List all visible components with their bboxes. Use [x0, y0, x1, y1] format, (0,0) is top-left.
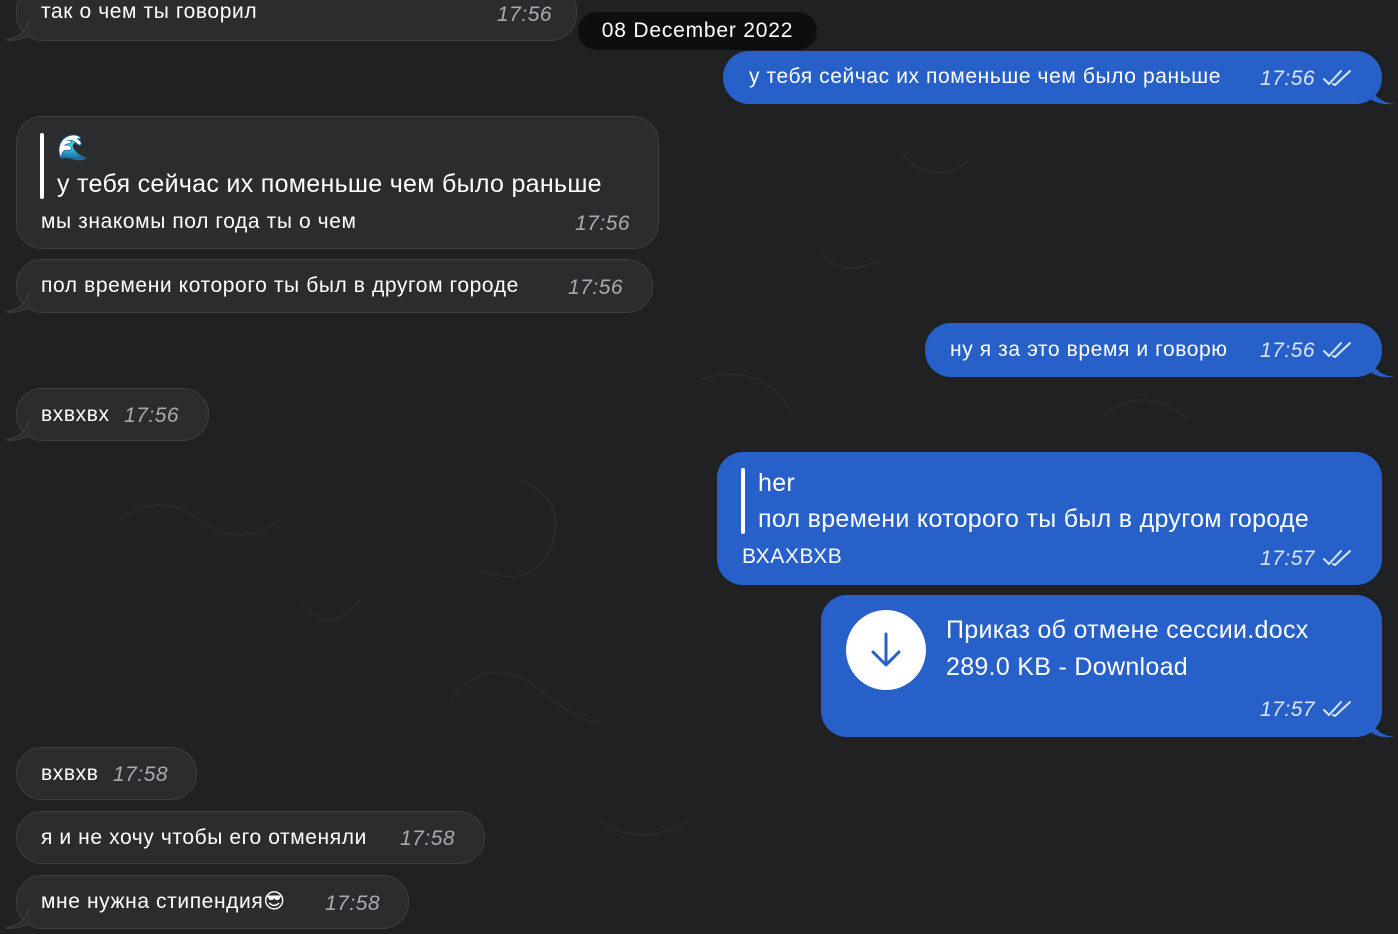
- file-name: Приказ об отмене сессии.docx: [946, 616, 1309, 644]
- bubble-tail: [1370, 356, 1394, 378]
- message-time: 17:58: [400, 827, 456, 850]
- reply-sender-emoji: 🌊: [57, 134, 89, 162]
- bubble-tail: [1370, 716, 1394, 738]
- message-time: 17:56: [568, 276, 624, 299]
- message-text: пол времени которого ты был в другом гор…: [41, 274, 519, 297]
- message-text: ну я за это время и говорю: [950, 338, 1228, 361]
- bubble-tail: [5, 419, 29, 441]
- file-size: 289.0 KB: [946, 653, 1052, 681]
- bubble-tail: [1370, 83, 1394, 105]
- bubble-tail: [5, 291, 29, 313]
- message-time: 17:56: [575, 212, 631, 235]
- outgoing-reply-message[interactable]: her пол времени которого ты был в другом…: [717, 452, 1382, 585]
- file-meta-separator: -: [1058, 653, 1068, 681]
- arrow-down-icon: [871, 632, 901, 667]
- incoming-message[interactable]: мне нужна стипендия😎 17:58: [5, 875, 409, 929]
- double-check-icon: [1323, 550, 1351, 566]
- double-check-icon: [1323, 701, 1351, 717]
- message-text: вхвхв: [41, 762, 99, 785]
- message-time: 17:57: [1260, 547, 1316, 570]
- incoming-message[interactable]: я и не хочу чтобы его отменяли 17:58: [16, 811, 485, 864]
- double-check-icon: [1323, 342, 1351, 358]
- incoming-message[interactable]: вхвхвх 17:56: [5, 388, 209, 441]
- message-text: ВХАХВХВ: [742, 545, 843, 568]
- message-text: я и не хочу чтобы его отменяли: [41, 826, 367, 849]
- outgoing-file-message[interactable]: Приказ об отмене сессии.docx 289.0 KB - …: [821, 595, 1394, 738]
- download-button[interactable]: [846, 610, 926, 690]
- message-text: у тебя сейчас их поменьше чем было раньш…: [749, 65, 1221, 88]
- reply-quote-bar: [40, 133, 44, 199]
- bubble-tail: [5, 19, 29, 41]
- outgoing-message[interactable]: у тебя сейчас их поменьше чем было раньш…: [723, 51, 1394, 105]
- double-check-icon: [1323, 70, 1351, 86]
- reply-quoted-text: пол времени которого ты был в другом гор…: [758, 505, 1310, 533]
- message-time: 17:58: [113, 763, 169, 786]
- date-separator: 08 December 2022: [578, 12, 817, 50]
- message-time: 17:58: [325, 892, 381, 915]
- message-time: 17:57: [1260, 698, 1316, 721]
- message-text: так о чем ты говорил: [41, 0, 258, 23]
- message-time: 17:56: [1260, 67, 1316, 90]
- message-text: вхвхвх: [41, 403, 110, 426]
- download-link[interactable]: Download: [1074, 653, 1188, 681]
- message-text: мне нужна стипендия😎: [41, 890, 286, 913]
- reply-sender: her: [758, 469, 796, 497]
- incoming-message[interactable]: вхвхв 17:58: [16, 747, 197, 800]
- message-time: 17:56: [497, 3, 553, 26]
- incoming-message[interactable]: пол времени которого ты был в другом гор…: [5, 259, 653, 313]
- file-meta: 289.0 KB - Download: [946, 652, 1188, 682]
- message-time: 17:56: [124, 404, 180, 427]
- incoming-reply-message[interactable]: 🌊 у тебя сейчас их поменьше чем было ран…: [16, 116, 659, 249]
- message-text: мы знакомы пол года ты о чем: [41, 210, 357, 233]
- incoming-message[interactable]: так о чем ты говорил 17:56: [5, 0, 577, 41]
- reply-quoted-text: у тебя сейчас их поменьше чем было раньш…: [57, 170, 602, 198]
- bubble-tail: [5, 907, 29, 929]
- message-time: 17:56: [1260, 339, 1316, 362]
- outgoing-message[interactable]: ну я за это время и говорю 17:56: [925, 323, 1394, 378]
- reply-quote-bar: [741, 468, 745, 534]
